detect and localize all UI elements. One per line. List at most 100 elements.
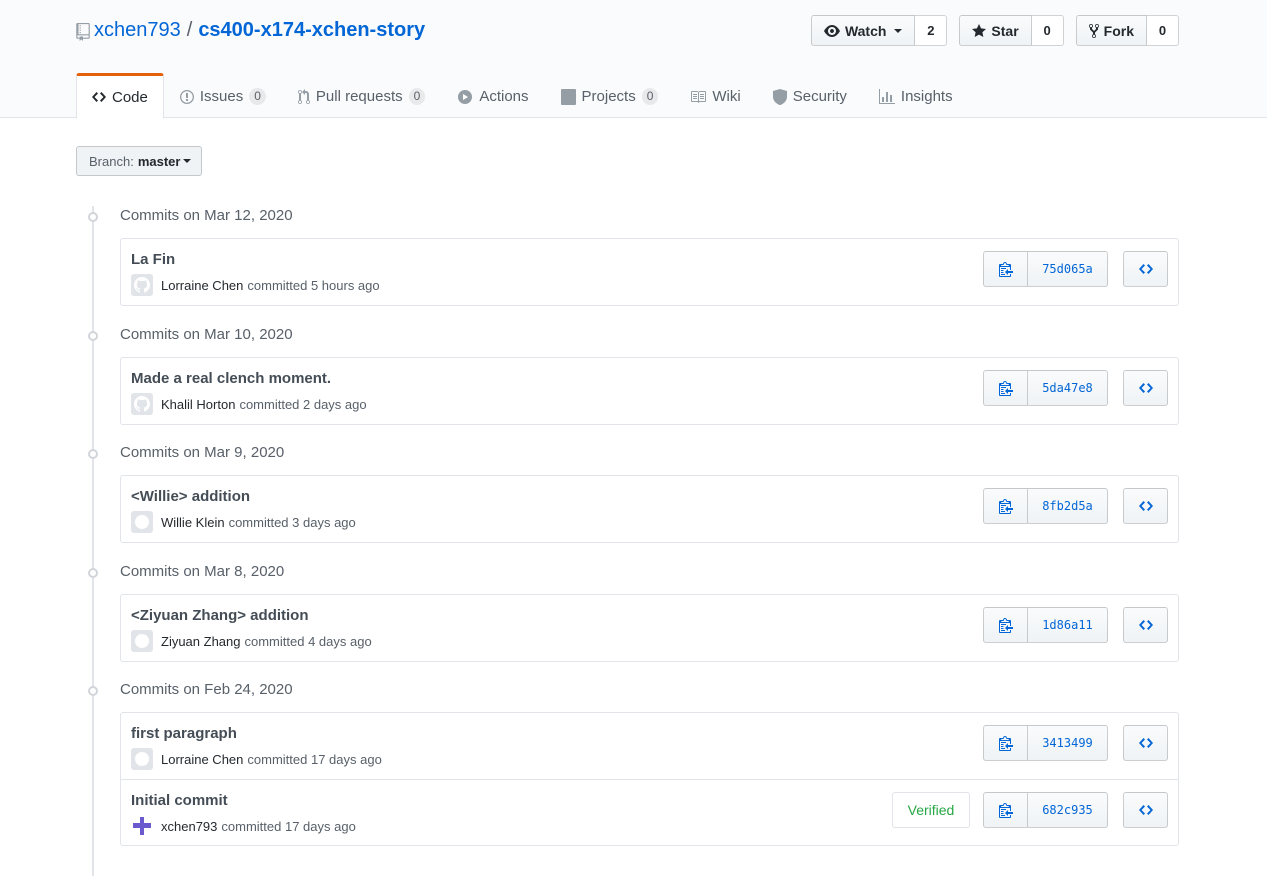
code-icon	[1138, 383, 1153, 393]
tab-wiki[interactable]: Wiki	[674, 73, 756, 118]
tab-insights[interactable]: Insights	[863, 73, 969, 118]
repo-owner-link[interactable]: xchen793	[94, 19, 181, 42]
commit-author[interactable]: xchen793	[161, 819, 217, 834]
commit-sha-button[interactable]: 5da47e8	[1028, 370, 1108, 406]
commit-time: committed 17 days ago	[247, 751, 382, 767]
tab-label: Insights	[900, 88, 953, 105]
commit-sha-button[interactable]: 75d065a	[1028, 251, 1108, 287]
chevron-down-icon	[894, 28, 903, 33]
browse-files-button[interactable]	[1123, 488, 1168, 524]
commit-row: <Willie> addition Willie Klein committed…	[121, 476, 1178, 542]
code-icon	[1138, 620, 1153, 630]
copy-sha-button[interactable]	[983, 251, 1028, 287]
copy-sha-button[interactable]	[983, 370, 1028, 406]
verified-badge[interactable]: Verified	[892, 792, 970, 828]
project-icon	[560, 88, 576, 105]
tab-label: Issues	[199, 88, 244, 105]
tab-actions[interactable]: Actions	[441, 73, 544, 118]
code-icon	[92, 89, 106, 105]
browse-files-button[interactable]	[1123, 251, 1168, 287]
sha-button-group: 682c935	[983, 792, 1108, 828]
commit-message-link[interactable]: Made a real clench moment.	[131, 370, 331, 387]
commit-message-link[interactable]: La Fin	[131, 251, 175, 268]
browse-files-button[interactable]	[1123, 792, 1168, 828]
commit-row: Made a real clench moment. Khalil Horton…	[121, 358, 1178, 424]
avatar[interactable]	[131, 630, 153, 652]
code-icon	[1138, 738, 1153, 748]
github-mark-icon	[134, 396, 150, 412]
book-icon	[690, 89, 707, 105]
commit-time: committed 17 days ago	[221, 818, 356, 834]
copy-sha-button[interactable]	[983, 488, 1028, 524]
avatar[interactable]	[131, 393, 153, 415]
commit-message-link[interactable]: <Willie> addition	[131, 488, 250, 505]
commit-message-link[interactable]: <Ziyuan Zhang> addition	[131, 607, 309, 624]
commit-time: committed 5 hours ago	[247, 277, 380, 293]
copy-sha-button[interactable]	[983, 725, 1028, 761]
commit-list: <Willie> addition Willie Klein committed…	[120, 475, 1179, 543]
avatar[interactable]	[131, 748, 153, 770]
fork-count[interactable]: 0	[1147, 15, 1179, 46]
tab-pull-requests[interactable]: Pull requests 0	[282, 73, 441, 118]
commit-group-title: Commits on Mar 10, 2020	[120, 326, 293, 343]
commit-message-link[interactable]: first paragraph	[131, 725, 237, 742]
code-icon	[1138, 264, 1153, 274]
star-count[interactable]: 0	[1031, 15, 1064, 46]
star-icon	[972, 23, 987, 37]
commit-time: committed 3 days ago	[228, 514, 356, 530]
code-icon	[1138, 501, 1153, 511]
tab-code[interactable]: Code	[76, 73, 164, 119]
browse-files-button[interactable]	[1123, 370, 1168, 406]
watch-button[interactable]: Watch	[810, 15, 916, 46]
commit-author[interactable]: Lorraine Chen	[161, 752, 243, 767]
commit-author[interactable]: Khalil Horton	[161, 397, 235, 412]
commit-author[interactable]: Willie Klein	[161, 515, 225, 530]
shield-icon	[772, 88, 787, 105]
commit-message-link[interactable]: Initial commit	[131, 792, 228, 809]
tab-security[interactable]: Security	[757, 73, 863, 118]
identicon-icon	[133, 817, 151, 835]
branch-label: Branch:	[89, 153, 134, 169]
commits-timeline	[92, 206, 94, 876]
issues-counter: 0	[249, 88, 266, 105]
code-icon	[1138, 805, 1153, 815]
commit-row: first paragraph Lorraine Chen committed …	[121, 713, 1178, 779]
avatar[interactable]	[131, 511, 153, 533]
tab-issues[interactable]: Issues 0	[164, 73, 282, 118]
commit-list: La Fin Lorraine Chen committed 5 hours a…	[120, 238, 1179, 306]
commit-sha-button[interactable]: 682c935	[1028, 792, 1108, 828]
commit-author[interactable]: Ziyuan Zhang	[161, 634, 241, 649]
issue-icon	[179, 89, 194, 105]
fork-button[interactable]: Fork	[1075, 15, 1147, 46]
timeline-commit-icon	[85, 331, 101, 341]
repo-separator: /	[186, 19, 193, 41]
commit-time: committed 4 days ago	[244, 633, 372, 649]
chevron-down-icon	[183, 159, 192, 163]
commit-row: Initial commit xchen793 committed 17 day…	[121, 779, 1178, 845]
watch-count[interactable]: 2	[915, 15, 948, 46]
branch-select-button[interactable]: Branch: master	[76, 146, 203, 176]
browse-files-button[interactable]	[1123, 725, 1168, 761]
clipboard-icon	[998, 499, 1013, 514]
tab-label: Wiki	[712, 88, 741, 105]
repo-name-link[interactable]: cs400-x174-xchen-story	[198, 19, 425, 42]
browse-files-button[interactable]	[1123, 607, 1168, 643]
commit-row: La Fin Lorraine Chen committed 5 hours a…	[121, 239, 1178, 305]
tab-label: Code	[112, 88, 148, 106]
copy-sha-button[interactable]	[983, 792, 1028, 828]
copy-sha-button[interactable]	[983, 607, 1028, 643]
commit-group-title: Commits on Mar 9, 2020	[120, 444, 285, 461]
repo-header: xchen793 / cs400-x174-xchen-story Watch …	[0, 0, 1267, 119]
avatar[interactable]	[131, 274, 153, 296]
star-button[interactable]: Star	[959, 15, 1032, 46]
commit-meta: Khalil Horton committed 2 days ago	[131, 393, 367, 415]
repo-icon	[76, 22, 90, 41]
commit-sha-button[interactable]: 1d86a11	[1028, 607, 1108, 643]
commit-author[interactable]: Lorraine Chen	[161, 278, 243, 293]
tab-projects[interactable]: Projects 0	[545, 73, 675, 118]
commit-sha-button[interactable]: 8fb2d5a	[1028, 488, 1108, 524]
commit-sha-button[interactable]: 3413499	[1028, 725, 1108, 761]
tab-label: Projects	[581, 88, 636, 105]
avatar[interactable]	[131, 815, 153, 837]
commit-meta: Willie Klein committed 3 days ago	[131, 511, 356, 533]
